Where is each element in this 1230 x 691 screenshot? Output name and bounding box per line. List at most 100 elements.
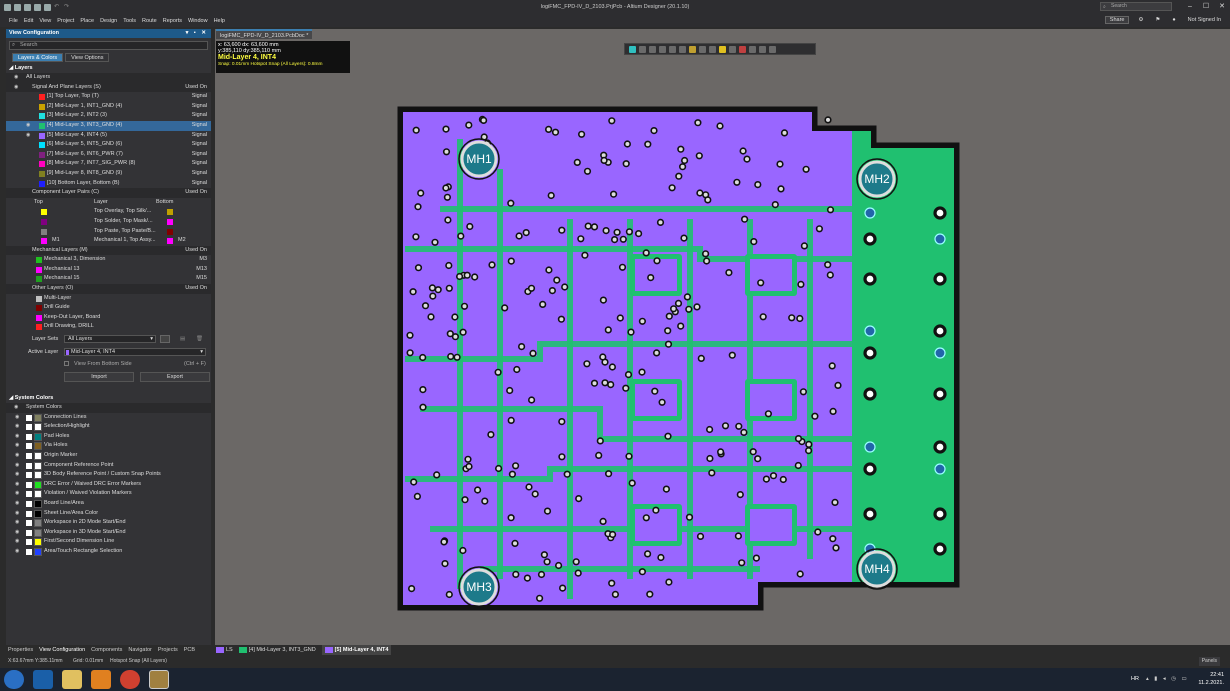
- visibility-checkbox[interactable]: [26, 510, 32, 517]
- eye-icon[interactable]: ◉: [15, 422, 19, 432]
- global-search-input[interactable]: ⌕ Search: [1100, 2, 1172, 11]
- layer-row[interactable]: [10] Bottom Layer, Bottom (B) Signal: [6, 179, 211, 189]
- color-swatch[interactable]: [34, 480, 42, 489]
- eye-icon[interactable]: ◉: [26, 121, 30, 131]
- color-swatch[interactable]: [39, 122, 45, 129]
- user-label[interactable]: Not Signed In: [1185, 17, 1224, 23]
- gear-icon[interactable]: ⚙: [1135, 17, 1146, 23]
- tab-components[interactable]: Components: [91, 645, 122, 655]
- eye-icon[interactable]: ◉: [14, 83, 18, 93]
- maximize-button[interactable]: ☐: [1198, 0, 1214, 14]
- panel-search-input[interactable]: ⌕ Search: [9, 41, 208, 50]
- place-component-icon[interactable]: [639, 45, 646, 53]
- document-tab[interactable]: logiFMC_FPD-IV_D_2103.PcbDoc *: [216, 29, 313, 39]
- color-swatch[interactable]: [36, 305, 42, 312]
- color-swatch[interactable]: [36, 295, 42, 302]
- file-explorer-icon[interactable]: [62, 670, 82, 689]
- share-button[interactable]: Share: [1104, 16, 1130, 24]
- altium-designer-icon[interactable]: [149, 670, 169, 689]
- all-layers-row[interactable]: ◉ All Layers: [6, 73, 211, 83]
- color-swatch[interactable]: [39, 151, 45, 158]
- color-swatch[interactable]: [36, 257, 42, 264]
- eye-icon[interactable]: ◉: [15, 499, 19, 509]
- layer-row[interactable]: [7] Mid-Layer 6, INT6_PWR (7) Signal: [6, 150, 211, 160]
- place-component-2-icon[interactable]: [679, 45, 686, 53]
- layer-set-add-icon[interactable]: ▤: [180, 336, 185, 342]
- visibility-checkbox[interactable]: [26, 443, 32, 450]
- layer-row[interactable]: Mechanical 3, Dimension M3: [6, 255, 211, 265]
- panels-button[interactable]: Panels: [1198, 657, 1220, 666]
- color-swatch[interactable]: [41, 238, 47, 245]
- notifications-icon[interactable]: ⚑: [1152, 17, 1163, 23]
- color-swatch[interactable]: [34, 528, 42, 537]
- color-swatch[interactable]: [34, 413, 42, 422]
- menu-tools[interactable]: Tools: [120, 18, 139, 24]
- menu-view[interactable]: View: [36, 18, 54, 24]
- pad-icon[interactable]: [719, 45, 726, 53]
- system-color-row[interactable]: ◉ Component Reference Point: [6, 461, 211, 471]
- menu-window[interactable]: Window: [185, 18, 211, 24]
- tray-icons[interactable]: ▴ ▮ ◂ ◷ ▭: [1146, 676, 1189, 682]
- color-swatch[interactable]: [39, 103, 45, 110]
- layer-row[interactable]: Drill Guide: [6, 303, 211, 313]
- color-swatch[interactable]: [34, 442, 42, 451]
- system-color-row[interactable]: ◉ 3D Body Reference Point / Custom Snap P…: [6, 470, 211, 480]
- tab-properties[interactable]: Properties: [8, 645, 33, 655]
- color-swatch[interactable]: [34, 452, 42, 460]
- color-swatch[interactable]: [39, 170, 45, 177]
- layers-section-header[interactable]: ◢ Layers: [6, 64, 211, 73]
- color-swatch[interactable]: [41, 228, 47, 235]
- layer-row[interactable]: [8] Mid-Layer 7, INT7_SIG_PWR (8) Signal: [6, 159, 211, 169]
- visibility-checkbox[interactable]: [26, 433, 32, 440]
- color-swatch[interactable]: [34, 490, 42, 499]
- system-colors-header-row[interactable]: ◉ System Colors: [6, 403, 211, 413]
- eye-icon[interactable]: ◉: [15, 509, 19, 519]
- export-button[interactable]: Export: [140, 372, 210, 383]
- color-swatch[interactable]: [41, 209, 47, 216]
- color-swatch[interactable]: [34, 547, 42, 556]
- color-swatch[interactable]: [34, 432, 42, 441]
- menu-file[interactable]: File: [6, 18, 21, 24]
- visibility-checkbox[interactable]: [26, 414, 32, 421]
- visibility-checkbox[interactable]: [26, 453, 32, 459]
- system-color-row[interactable]: ◉ Origin Marker: [6, 451, 211, 461]
- mech-group-row[interactable]: Mechanical Layers (M) Used On: [6, 245, 211, 256]
- menu-place[interactable]: Place: [77, 18, 97, 24]
- eye-icon[interactable]: ◉: [15, 537, 19, 547]
- layer-set-delete-icon[interactable]: 🗑: [196, 336, 203, 342]
- system-color-row[interactable]: ◉ Sheet Line/Area Color: [6, 509, 211, 519]
- color-swatch[interactable]: [34, 519, 42, 528]
- eye-icon[interactable]: ◉: [15, 547, 19, 557]
- visibility-checkbox[interactable]: [26, 481, 32, 488]
- eye-icon[interactable]: ◉: [15, 480, 19, 490]
- color-swatch[interactable]: [39, 142, 45, 149]
- chrome-icon[interactable]: [120, 670, 140, 689]
- eye-icon[interactable]: ◉: [15, 489, 19, 499]
- menu-design[interactable]: Design: [97, 18, 120, 24]
- visibility-checkbox[interactable]: [26, 424, 32, 431]
- media-player-icon[interactable]: [91, 670, 111, 689]
- layer-row[interactable]: ◉ [4] Mid-Layer 3, INT3_GND (4) Signal: [6, 120, 211, 131]
- pcb-canvas[interactable]: MH1 MH2 MH3 MH4: [215, 29, 1230, 649]
- polygon-icon[interactable]: [729, 45, 736, 53]
- filter-icon[interactable]: [629, 45, 636, 53]
- eye-icon[interactable]: ◉: [15, 461, 19, 471]
- layer-row[interactable]: Drill Drawing, DRILL: [6, 322, 211, 332]
- visibility-checkbox[interactable]: [26, 472, 32, 479]
- visibility-checkbox[interactable]: [26, 520, 32, 527]
- system-colors-section-header[interactable]: ◢ System Colors: [6, 394, 211, 403]
- color-swatch[interactable]: [39, 180, 45, 187]
- color-swatch[interactable]: [39, 113, 45, 120]
- tab-navigator[interactable]: Navigator: [128, 645, 152, 655]
- select-icon[interactable]: [659, 45, 666, 53]
- color-swatch[interactable]: [39, 132, 45, 139]
- system-color-row[interactable]: ◉ Connection Lines: [6, 413, 211, 423]
- system-color-row[interactable]: ◉ Workspace in 2D Mode Start/End: [6, 518, 211, 528]
- color-swatch[interactable]: [167, 238, 173, 245]
- layer-row[interactable]: [2] Mid-Layer 1, INT1_GND (4) Signal: [6, 102, 211, 112]
- signal-group-row[interactable]: ◉ Signal And Plane Layers (S) Used On: [6, 82, 211, 93]
- system-color-row[interactable]: ◉ Via Holes: [6, 441, 211, 451]
- layer-row[interactable]: [9] Mid-Layer 8, INT8_GND (9) Signal: [6, 169, 211, 179]
- eye-icon[interactable]: ◉: [15, 528, 19, 538]
- eye-icon[interactable]: ◉: [15, 432, 19, 442]
